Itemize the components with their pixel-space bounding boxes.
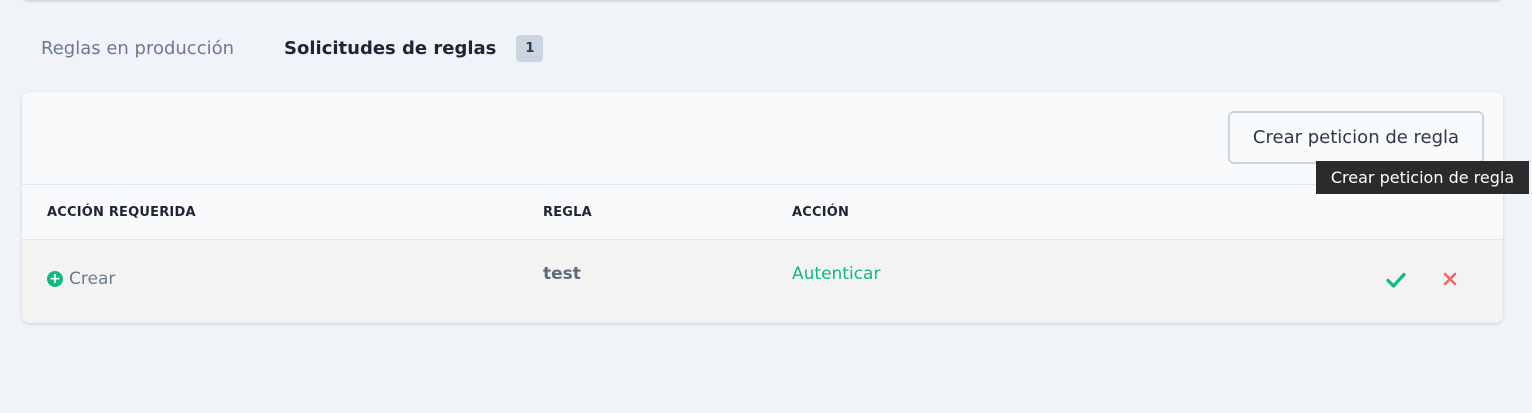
column-header-accion-requerida: ACCIÓN REQUERIDA [47, 205, 196, 220]
tab-bar: Reglas en producción Solicitudes de regl… [41, 33, 544, 63]
tab-reglas-en-produccion[interactable]: Reglas en producción [41, 38, 234, 59]
rule-name-cell: test [543, 264, 581, 284]
check-icon[interactable] [1385, 269, 1407, 291]
column-header-regla: REGLA [543, 205, 592, 220]
rule-requests-card: Crear peticion de regla ACCIÓN REQUERIDA… [22, 92, 1503, 323]
card-toolbar: Crear peticion de regla [22, 92, 1503, 185]
plus-circle-icon: + [47, 271, 63, 287]
table-header: ACCIÓN REQUERIDA REGLA ACCIÓN [22, 185, 1503, 240]
create-rule-request-button[interactable]: Crear peticion de regla [1228, 111, 1484, 164]
action-required-cell: + Crear [47, 269, 115, 289]
table-row: + Crear test Autenticar [22, 240, 1503, 323]
tab-solicitudes-de-reglas[interactable]: Solicitudes de reglas [284, 38, 496, 59]
x-icon[interactable] [1441, 270, 1459, 288]
create-button-tooltip: Crear peticion de regla [1316, 161, 1529, 194]
action-required-text: Crear [69, 269, 116, 289]
rule-action-cell: Autenticar [792, 264, 881, 284]
tab-count-badge: 1 [516, 34, 544, 62]
column-header-accion: ACCIÓN [792, 205, 850, 220]
